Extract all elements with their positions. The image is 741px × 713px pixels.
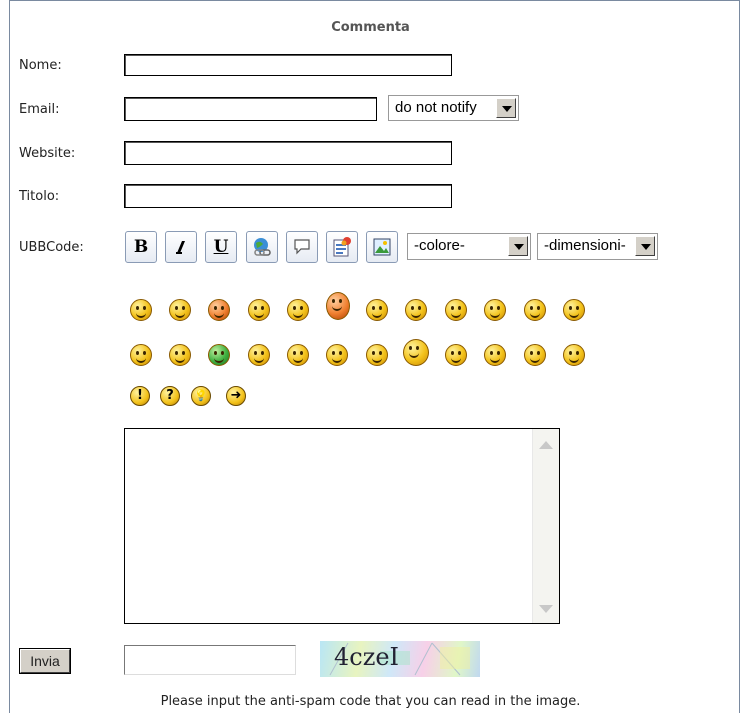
smiley-blush-icon[interactable] [208, 299, 230, 321]
arrow-icon[interactable]: ➜ [226, 386, 246, 406]
smiley-tongue-icon[interactable] [326, 344, 348, 366]
smiley-shocked-icon[interactable] [169, 344, 191, 366]
captcha-text: 4czeI [334, 643, 400, 671]
smiley-cool-icon[interactable] [287, 299, 309, 321]
website-label: Website: [19, 146, 76, 161]
italic-button[interactable] [165, 231, 197, 263]
exclamation-icon[interactable]: ! [130, 386, 150, 406]
smiley-happy-icon[interactable] [445, 299, 467, 321]
link-icon [254, 238, 271, 256]
smiley-rolleyes-icon[interactable] [484, 344, 506, 366]
scroll-down-icon[interactable] [539, 605, 553, 613]
smiley-worried-icon[interactable] [563, 344, 585, 366]
smiley-grin-icon[interactable] [248, 299, 270, 321]
image-icon [373, 238, 391, 256]
name-label: Nome: [19, 58, 62, 73]
textarea-scrollbar[interactable] [532, 429, 559, 623]
smiley-kiss-icon[interactable] [484, 299, 506, 321]
website-input[interactable] [124, 141, 452, 165]
bold-icon: B [133, 237, 149, 257]
name-input[interactable] [124, 54, 452, 76]
comment-textarea[interactable] [124, 428, 560, 624]
code-icon [333, 237, 351, 257]
smiley-glasses-icon[interactable] [169, 299, 191, 321]
chevron-down-icon [508, 236, 528, 256]
title-label: Titolo: [19, 189, 60, 204]
title-input[interactable] [124, 184, 452, 208]
ubbcode-label: UBBCode: [19, 240, 84, 255]
insert-code-button[interactable] [326, 231, 358, 263]
smiley-straight-face-icon[interactable] [248, 344, 270, 366]
notify-select[interactable]: do not notify [388, 95, 519, 121]
scroll-up-icon[interactable] [539, 441, 553, 449]
smiley-sad-icon[interactable] [130, 344, 152, 366]
size-select[interactable]: -dimensioni- [537, 233, 658, 260]
color-select[interactable]: -colore- [407, 233, 531, 260]
bold-button[interactable]: B [125, 231, 157, 263]
antispam-note: Please input the anti-spam code that you… [160, 694, 581, 709]
smiley-surprised-icon[interactable] [403, 339, 429, 366]
notify-select-value: do not notify [395, 99, 477, 116]
submit-button[interactable]: Invia [20, 649, 70, 673]
insert-image-button[interactable] [366, 231, 398, 263]
underline-button[interactable]: U [205, 231, 237, 263]
chevron-down-icon [496, 98, 516, 118]
chevron-down-icon [635, 236, 655, 256]
smiley-crazy-icon[interactable] [366, 344, 388, 366]
smiley-angry-icon[interactable] [130, 299, 152, 321]
smiley-thinking-icon[interactable] [445, 344, 467, 366]
smiley-devil-icon[interactable] [326, 292, 350, 320]
insert-link-button[interactable] [246, 231, 278, 263]
size-select-value: -dimensioni- [544, 237, 626, 254]
smiley-smile-icon[interactable] [287, 344, 309, 366]
smiley-dizzy-icon[interactable] [563, 299, 585, 321]
form-title: Commenta [331, 20, 410, 35]
idea-icon[interactable]: 💡 [191, 386, 211, 406]
email-input[interactable] [124, 97, 377, 121]
italic-icon [176, 241, 185, 254]
smiley-sleepy-icon[interactable] [366, 299, 388, 321]
underline-icon: U [213, 237, 229, 257]
quote-icon [294, 239, 310, 255]
insert-quote-button[interactable] [286, 231, 318, 263]
email-label: Email: [19, 102, 60, 117]
smiley-confused-icon[interactable] [405, 299, 427, 321]
smiley-sick-icon[interactable] [208, 344, 230, 366]
question-icon[interactable]: ? [160, 386, 180, 406]
smiley-laugh-icon[interactable] [524, 299, 546, 321]
antispam-code-input[interactable] [124, 645, 296, 675]
captcha-image: 4czeI [320, 641, 480, 677]
color-select-value: -colore- [414, 237, 465, 254]
smiley-wink-icon[interactable] [524, 344, 546, 366]
